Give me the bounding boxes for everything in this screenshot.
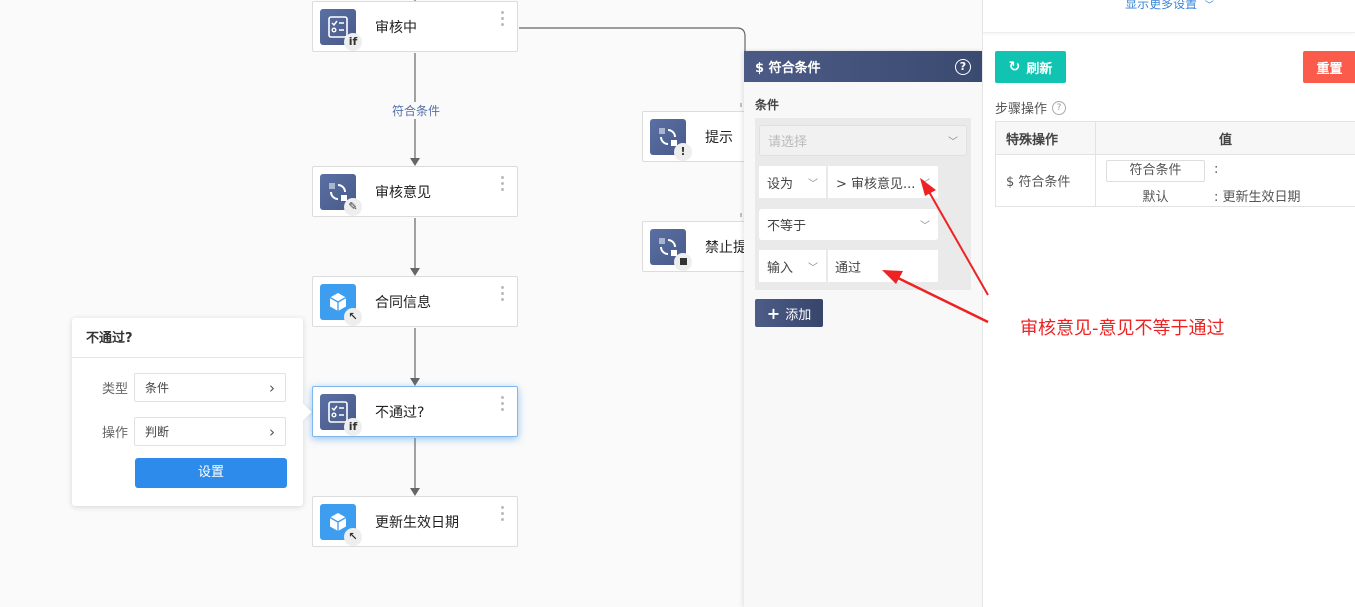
popover-arrow [294,403,312,421]
more-vertical-icon[interactable] [501,396,505,411]
help-icon[interactable]: ? [1052,100,1067,115]
condition-select[interactable]: 请选择 ﹀ [759,125,967,156]
condition-panel: $ 符合条件 ? 条件 请选择 ﹀ 设为 ﹀ > 审核意见... ﹀ 不等于 ﹀… [744,51,982,607]
refresh-label: 刷新 [1026,61,1053,77]
table-header-row: 特殊操作 值 [995,121,1355,155]
chevron-right-icon: › [269,422,275,441]
loop-icon: ✎ [320,173,362,216]
more-settings-label: 显示更多设置 [1125,0,1198,11]
chevron-down-icon: ﹀ [920,178,930,190]
steps-label: 步骤操作 [995,102,1048,117]
cursor-arrow-icon: ↖ [344,527,362,546]
chevron-right-icon: › [269,378,275,397]
annotation-text: 审核意见-意见不等于通过 [1020,318,1225,339]
flow-node-shenhezhong[interactable]: if 审核中 [312,1,518,52]
node-label: 提示 [705,129,733,146]
condition-value-text: : [1214,162,1219,177]
more-vertical-icon[interactable] [501,506,505,521]
op-label: 操作 [101,426,128,441]
flow-node-gengxin[interactable]: ↖ 更新生效日期 [312,496,518,547]
cursor-arrow-icon: ↖ [344,307,362,326]
chevron-down-icon: ﹀ [920,221,930,232]
node-popover: 不通过? 类型 条件 › 操作 判断 › 设置 [72,318,312,506]
row1-value-select[interactable]: > 审核意见... ﹀ [828,166,938,198]
if-badge: if [344,417,362,436]
flow-node-butongguo[interactable]: if 不通过? [312,386,518,437]
node-label: 审核意见 [375,184,431,201]
more-vertical-icon[interactable] [501,176,505,191]
node-label: 禁止提 [705,239,747,256]
chevron-down-icon: ﹀ [808,178,818,190]
help-icon[interactable]: ? [955,58,971,75]
edge-label: 符合条件 [391,102,442,119]
if-badge: if [344,32,362,51]
more-vertical-icon[interactable] [501,11,505,26]
row3-mode-value: 输入 [767,260,794,276]
type-value: 条件 [145,381,170,395]
condition-panel-title: $ 符合条件 [755,61,821,76]
checklist-icon: if [320,393,362,436]
refresh-button[interactable]: ↻ 刷新 [995,51,1066,83]
op-cell: $ 符合条件 [995,154,1096,207]
reset-button[interactable]: 重置 [1303,51,1355,83]
loop-icon [650,228,692,271]
steps-table: 特殊操作 值 $ 符合条件 符合条件 : 默认 : 更新生效日期 [995,121,1355,207]
stop-icon [674,252,692,271]
default-value: : 更新生效日期 [1214,190,1301,205]
operator-select[interactable]: 不等于 ﹀ [759,209,938,240]
row3-mode-select[interactable]: 输入 ﹀ [759,250,826,282]
node-label: 更新生效日期 [375,514,459,531]
more-vertical-icon[interactable] [501,286,505,301]
condition-panel-header: $ 符合条件 ? [744,51,982,82]
pencil-icon: ✎ [344,197,362,216]
row1-value: > 审核意见... [836,176,916,192]
table-row: $ 符合条件 符合条件 : 默认 : 更新生效日期 [995,154,1355,207]
more-settings-toggle[interactable]: 显示更多设置 ﹀ [983,0,1355,33]
default-label: 默认 [1142,190,1169,205]
node-label: 不通过? [375,404,425,421]
op-select[interactable]: 判断 › [134,417,286,446]
value-input[interactable]: 通过 [828,250,938,282]
edge-shenhezhong-right [519,27,746,52]
cube-icon: ↖ [320,503,362,546]
refresh-icon: ↻ [1008,59,1021,75]
select-placeholder: 请选择 [768,135,808,150]
column-header: 特殊操作 [995,121,1096,155]
add-button-label: 添加 [785,307,812,323]
popover-type-row: 类型 条件 › [86,373,286,402]
chevron-down-icon: ﹀ [808,262,818,274]
value-cell: 符合条件 : 默认 : 更新生效日期 [1095,154,1355,207]
steps-section: 步骤操作 ? [995,98,1067,117]
row1-mode-value: 设为 [767,176,794,192]
checklist-icon: if [320,8,362,51]
node-label: 合同信息 [375,294,431,311]
condition-box: 请选择 ﹀ 设为 ﹀ > 审核意见... ﹀ 不等于 ﹀ 输入 ﹀ 通过 [755,118,971,290]
op-value: 判断 [145,425,170,439]
popover-op-row: 操作 判断 › [86,417,286,446]
set-button[interactable]: 设置 [135,458,287,488]
node-label: 审核中 [375,19,417,36]
condition-value-button[interactable]: 符合条件 [1106,160,1205,182]
edge-butongguo-gengxin [410,438,420,496]
flow-node-hetongxinxi[interactable]: ↖ 合同信息 [312,276,518,327]
condition-section-label: 条件 [755,98,780,112]
operator-value: 不等于 [767,219,807,234]
edge-hetong-butongguo [410,328,420,386]
type-select[interactable]: 条件 › [134,373,286,402]
add-button[interactable]: + 添加 [755,299,823,327]
cube-icon: ↖ [320,283,362,326]
chevron-down-icon: ﹀ [948,137,958,148]
chevron-down-icon: ﹀ [1204,1,1214,11]
row1-mode-select[interactable]: 设为 ﹀ [759,166,826,198]
type-label: 类型 [101,382,128,397]
right-panel: 显示更多设置 ﹀ ↻ 刷新 重置 步骤操作 ? 特殊操作 值 $ 符合条件 符合… [982,0,1355,607]
plus-icon: + [766,303,781,323]
alert-icon: ! [674,142,692,161]
edge-shenheyijian-hetong [410,218,420,276]
popover-title: 不通过? [72,318,303,358]
flow-node-shenheyijian[interactable]: ✎ 审核意见 [312,166,518,217]
column-header: 值 [1095,121,1355,155]
loop-icon: ! [650,118,692,161]
